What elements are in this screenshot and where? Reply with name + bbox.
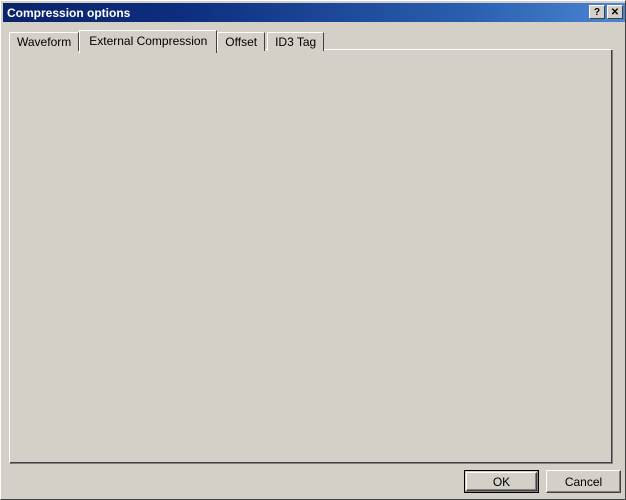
ok-button-label: OK — [492, 474, 511, 489]
close-icon[interactable]: ✕ — [607, 5, 623, 19]
tab-strip: Waveform External Compression Offset ID3… — [9, 29, 326, 53]
cancel-button[interactable]: Cancel — [546, 470, 621, 493]
tab-offset[interactable]: Offset — [217, 32, 266, 51]
title-bar-buttons: ? ✕ — [589, 5, 623, 19]
help-icon[interactable]: ? — [589, 5, 605, 19]
compression-options-dialog: Compression options ? ✕ Waveform Externa… — [0, 0, 626, 500]
title-bar[interactable]: Compression options ? ✕ — [3, 3, 625, 22]
cancel-button-label: Cancel — [564, 474, 603, 489]
ok-button-inner: OK — [466, 472, 537, 491]
tab-id3-tag[interactable]: ID3 Tag — [267, 32, 325, 51]
tab-panel — [9, 49, 613, 464]
tab-external-compression[interactable]: External Compression — [79, 30, 218, 53]
ok-button[interactable]: OK — [464, 470, 539, 493]
window-title: Compression options — [7, 5, 131, 20]
tab-waveform[interactable]: Waveform — [9, 32, 80, 51]
